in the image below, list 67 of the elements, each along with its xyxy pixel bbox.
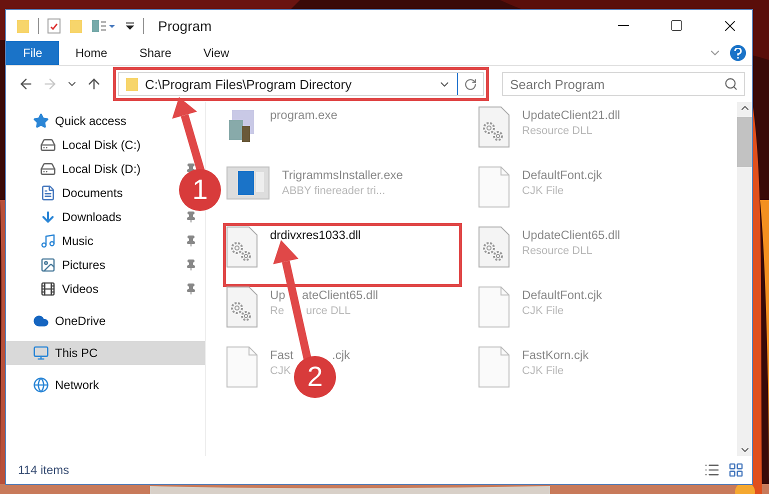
- nav-item[interactable]: Network: [55, 378, 100, 392]
- search-icon: [724, 77, 738, 91]
- file-name[interactable]: drdivxres1033.dll: [270, 228, 361, 242]
- nav-item[interactable]: Pictures: [62, 258, 179, 272]
- nav-item[interactable]: Local Disk (D:): [62, 162, 179, 176]
- nav-item[interactable]: Videos: [62, 282, 179, 296]
- help-icon[interactable]: [730, 45, 746, 61]
- ribbon-tab[interactable]: Share: [123, 41, 188, 65]
- refresh-icon: [464, 78, 477, 90]
- checklist-icon[interactable]: [47, 18, 61, 34]
- file-icon: [226, 346, 258, 388]
- file-type: ABBY finereader tri...: [282, 185, 386, 197]
- installer-icon: [226, 166, 270, 200]
- search-field[interactable]: Search Program: [502, 72, 745, 96]
- details-view-icon[interactable]: [704, 462, 720, 478]
- file-icon: [478, 346, 510, 388]
- up-button[interactable]: [86, 76, 102, 92]
- ribbon-tab[interactable]: View: [187, 41, 246, 65]
- nav-item[interactable]: Documents: [62, 186, 123, 200]
- file-icon: [478, 286, 510, 328]
- properties-icon[interactable]: [91, 18, 117, 34]
- settings-file-icon: [478, 106, 510, 148]
- file-type: Resource DLL: [522, 125, 592, 137]
- file-icon: [478, 166, 510, 208]
- nav-item[interactable]: OneDrive: [55, 314, 106, 328]
- pin-icon[interactable]: [185, 283, 197, 295]
- network-icon: [33, 377, 49, 393]
- settings-file-icon: [226, 226, 258, 268]
- nav-item[interactable]: Local Disk (C:): [62, 138, 141, 152]
- cloud-icon: [33, 313, 49, 329]
- music-note-icon: [40, 233, 56, 249]
- film-icon: [40, 281, 56, 297]
- settings-file-icon: [478, 226, 510, 268]
- monitor-icon: [33, 345, 49, 361]
- item-count: 114 items: [18, 463, 70, 477]
- nav-item[interactable]: Music: [62, 234, 179, 248]
- file-type: urce DLL: [306, 305, 351, 317]
- drive-icon: [40, 161, 56, 177]
- pin-icon[interactable]: [185, 259, 197, 271]
- nav-item[interactable]: This PC: [55, 346, 197, 360]
- file-type: CJK File: [522, 185, 564, 197]
- address-path: C:\Program Files\Program Directory: [145, 76, 353, 92]
- download-icon: [40, 209, 56, 225]
- pin-icon[interactable]: [185, 235, 197, 247]
- pin-icon[interactable]: [185, 211, 197, 223]
- large-icons-view-icon[interactable]: [728, 462, 744, 478]
- star-icon: [33, 113, 49, 129]
- document-icon: [40, 185, 56, 201]
- file-type: CJK: [270, 365, 291, 377]
- scrollbar-thumb[interactable]: [737, 117, 752, 167]
- scrollbar[interactable]: [737, 102, 752, 456]
- ribbon-tab[interactable]: Home: [59, 41, 124, 65]
- minimize-icon: [618, 25, 629, 26]
- back-button[interactable]: [18, 76, 34, 92]
- window-title: Program: [158, 18, 213, 34]
- file-type: Resource DLL: [522, 245, 592, 257]
- settings-file-icon: [226, 286, 258, 328]
- maximize-icon: [670, 19, 683, 32]
- drive-icon: [40, 137, 56, 153]
- folder-icon: [125, 76, 139, 92]
- file-type: CJK File: [522, 365, 564, 377]
- file-menu-button[interactable]: File: [6, 41, 60, 65]
- picture-icon: [40, 257, 56, 273]
- nav-item[interactable]: Quick access: [55, 114, 126, 128]
- file-type: CJK File: [522, 305, 564, 317]
- nav-item[interactable]: Downloads: [62, 210, 179, 224]
- file-type: Re: [270, 305, 284, 317]
